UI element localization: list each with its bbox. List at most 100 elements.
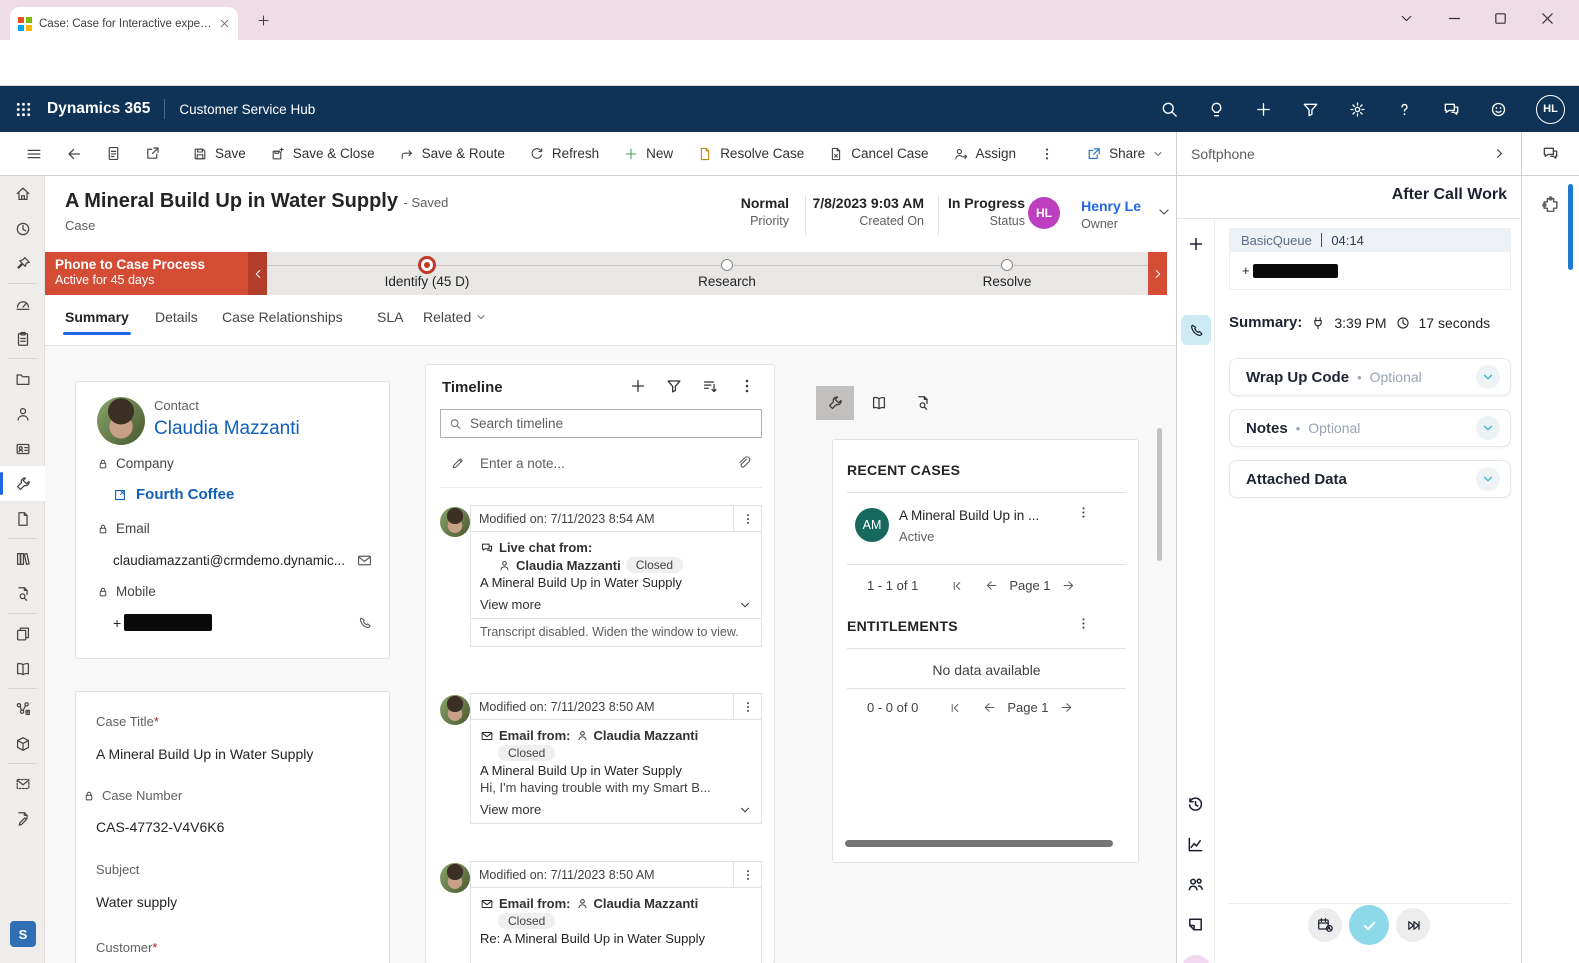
softphone-collapse-chevron-icon[interactable]	[1492, 146, 1507, 161]
recent-case-title[interactable]: A Mineral Build Up in ...	[899, 508, 1039, 523]
bpf-prev-chevron-icon[interactable]	[248, 252, 267, 295]
filter-icon[interactable]	[1301, 100, 1320, 119]
analytics-chart-icon[interactable]	[1186, 835, 1205, 854]
settings-gear-icon[interactable]	[1348, 100, 1367, 119]
sitemap-item-knowledge-articles[interactable]	[0, 541, 45, 576]
chevron-down-icon[interactable]	[1476, 467, 1500, 491]
waffle-icon[interactable]	[0, 100, 47, 119]
bpf-stage-flyout[interactable]: Phone to Case Process Active for 45 days	[45, 252, 248, 295]
tab-details[interactable]: Details	[155, 309, 198, 325]
sitemap-item-queues[interactable]	[0, 361, 45, 396]
recent-case-more-icon[interactable]	[1076, 505, 1091, 520]
save-button[interactable]: Save	[180, 132, 258, 176]
search-icon[interactable]	[1160, 100, 1179, 119]
quick-create-icon[interactable]	[1254, 100, 1273, 119]
timeline-filter-icon[interactable]	[665, 377, 683, 395]
notes-accordion[interactable]: Notes • Optional	[1229, 409, 1511, 447]
new-button[interactable]: New	[611, 132, 685, 176]
schedule-callback-button[interactable]	[1308, 908, 1342, 942]
tab-close-icon[interactable]	[219, 18, 230, 29]
entry-more-icon[interactable]	[733, 694, 761, 719]
entry-subject[interactable]: Re: A Mineral Build Up in Water Supply	[480, 931, 752, 946]
attached-data-accordion[interactable]: Attached Data	[1229, 460, 1511, 498]
sitemap-item-home[interactable]	[0, 176, 45, 211]
mobile-value-row[interactable]: +	[113, 614, 373, 631]
entry-view-more[interactable]: View more	[480, 802, 752, 817]
entitlements-more-icon[interactable]	[1076, 616, 1091, 631]
wrap-up-code-accordion[interactable]: Wrap Up Code • Optional	[1229, 358, 1511, 396]
resolve-case-button[interactable]: Resolve Case	[685, 132, 816, 176]
entry-more-icon[interactable]	[733, 506, 761, 531]
form-selector-icon[interactable]	[94, 132, 133, 176]
cancel-case-button[interactable]: Cancel Case	[816, 132, 940, 176]
email-value[interactable]: claudiamazzanti@crmdemo.dynamic...	[113, 553, 356, 568]
bpf-stage-research[interactable]: Research	[698, 274, 756, 289]
case-title-value[interactable]: A Mineral Build Up in Water Supply	[96, 746, 376, 762]
entry-from[interactable]: Claudia Mazzanti	[594, 896, 699, 911]
save-and-route-button[interactable]: Save & Route	[387, 132, 517, 176]
timeline-search[interactable]	[440, 409, 762, 438]
more-commands-icon[interactable]	[1028, 132, 1066, 176]
notes-card-icon[interactable]	[1186, 915, 1205, 934]
open-new-window-icon[interactable]	[133, 132, 172, 176]
first-page-icon[interactable]	[948, 701, 962, 715]
sitemap-item-queue-items[interactable]	[0, 501, 45, 536]
timeline-entry[interactable]: Modified on: 7/11/2023 8:50 AM Email fro…	[470, 861, 762, 963]
sitemap-item-recent[interactable]	[0, 211, 45, 246]
sitemap-item-activities[interactable]	[0, 321, 45, 356]
bpf-stage-marker[interactable]	[1001, 259, 1013, 271]
next-page-icon[interactable]	[1061, 578, 1076, 593]
skip-acw-button[interactable]	[1396, 908, 1430, 942]
complete-acw-button[interactable]	[1349, 905, 1389, 945]
company-link[interactable]: Fourth Coffee	[136, 486, 234, 503]
window-maximize-button[interactable]	[1492, 10, 1509, 27]
horizontal-scrollbar[interactable]	[845, 840, 1113, 847]
paperclip-icon[interactable]	[736, 455, 752, 471]
prev-page-icon[interactable]	[984, 578, 999, 593]
bpf-stage-marker-active[interactable]	[418, 256, 436, 274]
teams-chat-icon[interactable]	[1541, 144, 1560, 163]
chevron-down-icon[interactable]	[1476, 365, 1500, 389]
header-expand-chevron-icon[interactable]	[1156, 204, 1172, 220]
company-value-row[interactable]: Fourth Coffee	[112, 486, 234, 503]
window-close-button[interactable]	[1539, 10, 1556, 27]
related-tool-tab-search[interactable]	[904, 386, 942, 420]
entry-more-icon[interactable]	[733, 862, 761, 887]
refresh-button[interactable]: Refresh	[517, 132, 611, 176]
email-value-row[interactable]: claudiamazzanti@crmdemo.dynamic...	[113, 552, 373, 569]
vertical-scrollbar[interactable]	[1157, 428, 1162, 561]
sitemap-item-articles[interactable]	[0, 616, 45, 651]
timeline-entry[interactable]: Modified on: 7/11/2023 8:50 AM Email fro…	[470, 693, 762, 824]
entry-subject[interactable]: A Mineral Build Up in Water Supply	[480, 763, 752, 778]
contact-name-link[interactable]: Claudia Mazzanti	[154, 418, 300, 440]
new-tab-button[interactable]	[256, 13, 271, 28]
go-back-icon[interactable]	[54, 132, 94, 176]
sitemap-item-cases[interactable]	[0, 466, 45, 501]
entry-from[interactable]: Claudia Mazzanti	[594, 728, 699, 743]
sitemap-item-email-templates[interactable]	[0, 766, 45, 801]
entry-subject[interactable]: A Mineral Build Up in Water Supply	[480, 575, 752, 590]
active-call-session-tab[interactable]	[1181, 315, 1211, 345]
bpf-stage-resolve[interactable]: Resolve	[983, 274, 1032, 289]
history-icon[interactable]	[1186, 795, 1205, 814]
sitemap-item-contacts[interactable]	[0, 396, 45, 431]
sitemap-item-pinned[interactable]	[0, 246, 45, 281]
app-switcher-button[interactable]: S	[10, 921, 36, 947]
sitemap-item-connections[interactable]	[0, 691, 45, 726]
call-phone-icon[interactable]	[357, 615, 373, 631]
first-page-icon[interactable]	[950, 579, 964, 593]
bpf-stage-marker[interactable]	[721, 259, 733, 271]
sitemap-item-dashboards[interactable]	[0, 286, 45, 321]
timeline-entry[interactable]: Modified on: 7/11/2023 8:54 AM Live chat…	[470, 505, 762, 647]
entry-view-more[interactable]: View more	[480, 597, 752, 612]
bpf-next-chevron-icon[interactable]	[1148, 252, 1167, 295]
emoji-icon[interactable]	[1489, 100, 1508, 119]
timeline-more-icon[interactable]	[738, 377, 756, 395]
contacts-people-icon[interactable]	[1186, 875, 1205, 894]
tab-sla[interactable]: SLA	[377, 309, 403, 325]
brand-title[interactable]: Dynamics 365	[47, 100, 150, 118]
send-email-icon[interactable]	[356, 552, 373, 569]
related-tool-tab-knowledge[interactable]	[860, 386, 898, 420]
tab-summary[interactable]: Summary	[65, 309, 129, 325]
tab-related[interactable]: Related	[423, 309, 487, 325]
